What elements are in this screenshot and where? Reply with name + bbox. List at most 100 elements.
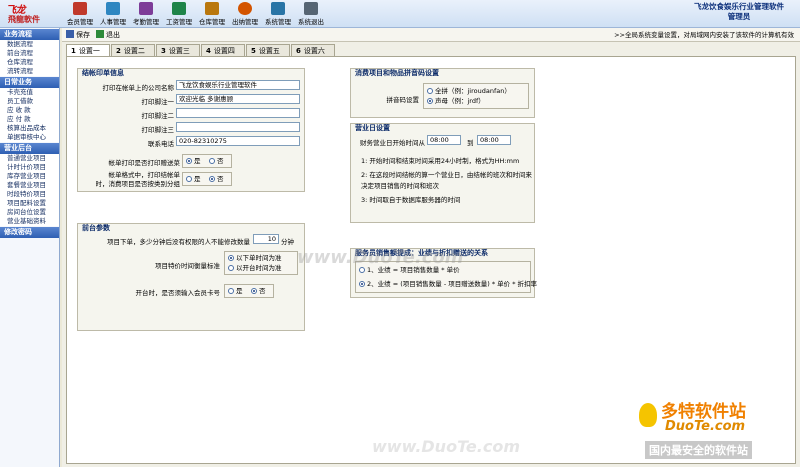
tab-label: 设置三: [168, 47, 190, 55]
special-price-label: 项目特价时间衡量标准: [155, 262, 220, 270]
sidebar-item[interactable]: 普通营业项目: [0, 154, 59, 163]
sidebar-item[interactable]: 流转流程: [0, 67, 59, 76]
group-by-yes-radio[interactable]: 是: [186, 175, 201, 184]
group-by-no-radio[interactable]: 否: [209, 175, 224, 184]
sidebar-section-backend[interactable]: 营业后台: [0, 143, 59, 154]
toolbar-label: 考勤管理: [133, 18, 159, 26]
radio-label: 全拼（例：jiroudanfan）: [435, 87, 511, 95]
group-title: 营业日设置: [355, 124, 390, 132]
tab-settings-3[interactable]: 3 设置三: [156, 44, 200, 56]
business-day-from-field[interactable]: 08:00: [427, 135, 461, 145]
sidebar-item[interactable]: 数据流程: [0, 40, 59, 49]
business-day-note-2b: 决定项目销售的时间和班次: [361, 182, 439, 190]
toolbar-attendance-button[interactable]: 考勤管理: [128, 2, 164, 26]
toolbar-exit-button[interactable]: 系统退出: [293, 2, 329, 26]
exit-icon: [304, 2, 318, 15]
sidebar-item[interactable]: 应 收 款: [0, 106, 59, 115]
radio-label: 否: [259, 287, 266, 295]
radio-dot-icon: [209, 158, 215, 164]
company-name-field[interactable]: 飞龙饮食娱乐行业管理软件: [176, 80, 300, 90]
save-button[interactable]: 保存: [66, 30, 90, 40]
radio-label: 是: [194, 157, 201, 165]
sidebar-item[interactable]: 卡壳充值: [0, 88, 59, 97]
cancel-minutes-field[interactable]: 10: [253, 234, 279, 244]
member-card-yes-radio[interactable]: 是: [228, 287, 243, 296]
footer-2-field[interactable]: [176, 108, 300, 118]
group-title: 消费项目和物品拼音码设置: [355, 69, 439, 77]
save-icon: [66, 30, 74, 38]
sidebar-item[interactable]: 员工借款: [0, 97, 59, 106]
toolbar-cashier-button[interactable]: 出纳管理: [227, 2, 263, 26]
radio-label: 是: [194, 175, 201, 183]
tab-settings-5[interactable]: 5 设置五: [246, 44, 290, 56]
sidebar-item[interactable]: 套餐营业项目: [0, 181, 59, 190]
radio-label: 2、业绩 = (项目销售数量 - 项目赠送数量) * 单价 * 折扣率: [367, 280, 538, 288]
group-by-radio-group: 是 否: [182, 172, 232, 186]
footer-1-field[interactable]: 欢迎光临 多谢惠顾: [176, 94, 300, 104]
sidebar-item[interactable]: 仓库流程: [0, 58, 59, 67]
exit-door-icon: [96, 30, 104, 38]
special-by-order-radio[interactable]: 以下单时间为准: [228, 254, 282, 263]
radio-dot-icon: [427, 98, 433, 104]
business-day-label: 财务营业日开始时间从: [360, 139, 425, 147]
cashier-icon: [238, 2, 252, 15]
sidebar-item[interactable]: 计时计价项目: [0, 163, 59, 172]
company-name-label: 打印在帐单上的公司名称: [102, 84, 175, 92]
sidebar-item[interactable]: 营业基础资料: [0, 217, 59, 226]
sidebar-item[interactable]: 核算出品成本: [0, 124, 59, 133]
special-by-open-radio[interactable]: 以开台时间为准: [228, 264, 282, 273]
print-gift-label: 帐单打印是否打印赠送菜: [108, 159, 181, 167]
footer-3-field[interactable]: [176, 122, 300, 132]
personnel-icon: [106, 2, 120, 15]
sidebar-item[interactable]: 库存营业项目: [0, 172, 59, 181]
sidebar-item[interactable]: 房间台位设置: [0, 208, 59, 217]
phone-label: 联系电话: [148, 140, 174, 148]
toolbar-member-button[interactable]: 会员管理: [62, 2, 98, 26]
print-gift-no-radio[interactable]: 否: [209, 157, 224, 166]
tab-number: 1: [71, 47, 76, 55]
sidebar-section-change-password[interactable]: 修改密码: [0, 227, 59, 238]
phone-field[interactable]: 020-82310275: [176, 136, 300, 146]
app-title-name: 飞龙饮食娱乐行业管理软件: [694, 2, 784, 11]
toolbar-salary-button[interactable]: 工资管理: [161, 2, 197, 26]
attendance-icon: [139, 2, 153, 15]
sidebar-item[interactable]: 时段特价项目: [0, 190, 59, 199]
tab-settings-4[interactable]: 4 设置四: [201, 44, 245, 56]
sidebar-item[interactable]: 项目配料设置: [0, 199, 59, 208]
business-day-to-field[interactable]: 08:00: [477, 135, 511, 145]
current-user: 管理员: [727, 12, 751, 21]
sidebar-section-workflow[interactable]: 业务流程: [0, 29, 59, 40]
center-watermark: www.DuoTe.com: [297, 247, 464, 268]
app-logo: 飞龙 飛龍軟件: [2, 1, 58, 26]
duote-url: DuoTe.com: [665, 419, 746, 434]
print-gift-yes-radio[interactable]: 是: [186, 157, 201, 166]
business-day-group: 营业日设置 财务营业日开始时间从 08:00 到 08:00 1: 开始时间和结…: [350, 123, 535, 223]
tab-settings-6[interactable]: 6 设置六: [291, 44, 335, 56]
sidebar-item[interactable]: 单据审核中心: [0, 133, 59, 142]
sidebar-item[interactable]: 前台流程: [0, 49, 59, 58]
member-card-no-radio[interactable]: 否: [251, 287, 266, 296]
logo-small-text: 飛龍軟件: [8, 15, 40, 24]
sidebar: 业务流程 数据流程 前台流程 仓库流程 流转流程 日常业务 卡壳充值 员工借款 …: [0, 28, 60, 467]
pinyin-full-radio[interactable]: 全拼（例：jiroudanfan）: [427, 87, 511, 96]
commission-net-radio[interactable]: 2、业绩 = (项目销售数量 - 项目赠送数量) * 单价 * 折扣率: [359, 280, 537, 289]
cancel-minutes-unit: 分钟: [281, 238, 294, 246]
sidebar-section-daily[interactable]: 日常业务: [0, 77, 59, 88]
toolbar-label: 系统退出: [298, 18, 324, 26]
special-price-radio-group: 以下单时间为准 以开台时间为准: [224, 251, 298, 275]
exit-button[interactable]: 退出: [96, 30, 120, 40]
tab-settings-2[interactable]: 2 设置二: [111, 44, 155, 56]
radio-label: 否: [217, 175, 224, 183]
toolbar-system-button[interactable]: 系统管理: [260, 2, 296, 26]
group-title: 前台参数: [82, 224, 110, 232]
system-icon: [271, 2, 285, 15]
tab-label: 设置四: [213, 47, 235, 55]
radio-dot-icon: [359, 281, 365, 287]
group-by-label-2: 时，消费项目是否按类别分组: [95, 180, 181, 188]
pinyin-group: 消费项目和物品拼音码设置 拼音码设置 全拼（例：jiroudanfan） 声母（…: [350, 68, 535, 118]
footer-1-label: 打印脚注一: [141, 98, 175, 106]
pinyin-initials-radio[interactable]: 声母（例：jrdf）: [427, 97, 485, 106]
toolbar-warehouse-button[interactable]: 仓库管理: [194, 2, 230, 26]
toolbar-personnel-button[interactable]: 人事管理: [95, 2, 131, 26]
sidebar-item[interactable]: 应 付 款: [0, 115, 59, 124]
